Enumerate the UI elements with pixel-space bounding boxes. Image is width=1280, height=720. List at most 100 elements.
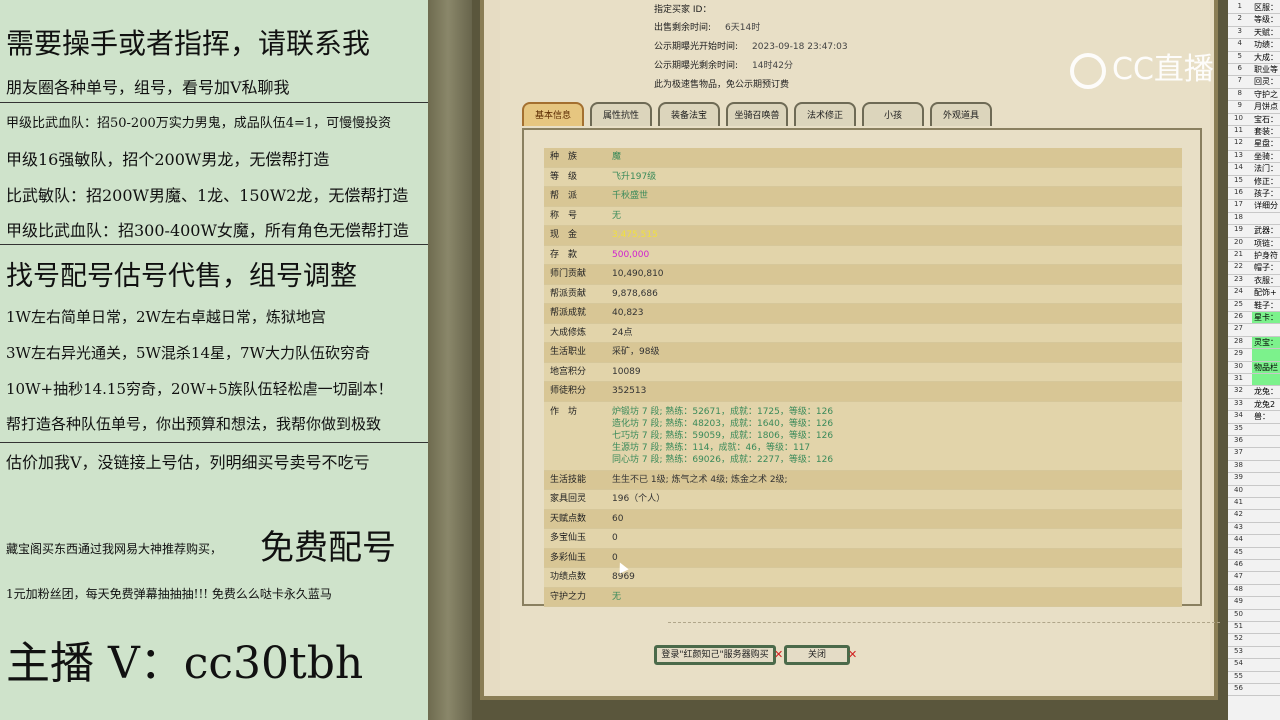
row-number: 23	[1234, 274, 1243, 283]
cell-label[interactable]: 龙兔：	[1254, 386, 1278, 397]
row-number: 6	[1237, 64, 1242, 72]
cell-label[interactable]: 法门：	[1254, 163, 1278, 174]
cell-label[interactable]: 坐骑：	[1254, 151, 1278, 162]
streamer-contact: 主播 V：cc30tbh	[6, 638, 364, 689]
row-key: 家具回灵	[550, 494, 587, 504]
publicity-remaining-label: 公示期曝光剩余时间:	[654, 61, 739, 71]
promo-line: 找号配号估号代售，组号调整	[6, 261, 357, 292]
row-number: 14	[1234, 163, 1243, 172]
row-key: 作 坊	[550, 406, 578, 417]
cell-label[interactable]: 鞋子：	[1254, 300, 1278, 311]
workshop-line: 造化坊 7 段; 熟练：48203，成就：1640，等级：126	[612, 418, 834, 429]
tab-appearance[interactable]: 外观道具	[930, 102, 992, 126]
row-number: 33	[1234, 398, 1243, 407]
cell-label[interactable]: 灵宝：	[1254, 337, 1278, 348]
workshop-line: 同心坊 7 段; 熟练：69026，成就：2277，等级：126	[612, 454, 834, 465]
row-key: 天赋点数	[550, 513, 587, 524]
cell-label[interactable]: 衣服：	[1254, 275, 1278, 286]
cell-label[interactable]: 护身符	[1254, 250, 1278, 261]
close-button[interactable]: 关闭	[784, 645, 850, 665]
promo-line: 藏宝阁买东西通过我网易大神推荐购买，	[6, 542, 223, 556]
row-number: 37	[1234, 448, 1243, 457]
table-row: 家具回灵 196（个人）	[544, 490, 1182, 510]
grid-line	[1228, 695, 1280, 697]
tab-equipment[interactable]: 装备法宝	[658, 102, 720, 126]
row-number: 54	[1234, 659, 1243, 668]
row-number: 11	[1234, 126, 1243, 134]
row-key: 大成修炼	[550, 327, 587, 338]
cell-label[interactable]: 天赋：	[1254, 27, 1278, 38]
table-row: 帮 派 千秋盛世	[544, 187, 1182, 207]
row-number: 45	[1234, 547, 1243, 556]
table-row: 帮派贡献 9,878,686	[544, 284, 1182, 304]
row-number: 40	[1234, 485, 1243, 494]
promo-line: 需要操手或者指挥，请联系我	[6, 27, 371, 60]
cell-label[interactable]: 兽：	[1254, 411, 1270, 422]
close-icon: ✕	[774, 648, 784, 661]
cell-label[interactable]: 宝石：	[1254, 114, 1278, 125]
cell-label[interactable]: 区服：	[1254, 2, 1278, 13]
table-row: 生活职业 采矿，98级	[544, 343, 1182, 363]
login-server-buy-button[interactable]: 登录"红颜知己"服务器购买	[654, 645, 776, 665]
row-key: 功绩点数	[550, 572, 587, 582]
row-number: 22	[1234, 262, 1243, 271]
cell-label[interactable]: 守护之	[1254, 89, 1278, 100]
cell-label[interactable]: 星卡：	[1254, 312, 1278, 323]
cell-label[interactable]: 帽子：	[1254, 262, 1278, 273]
tab-basic-info[interactable]: 基本信息	[522, 102, 584, 126]
cell-label[interactable]: 月饼点	[1254, 101, 1278, 112]
cell-label[interactable]: 星盘：	[1254, 138, 1278, 149]
table-row: 生活技能 生生不已 1级; 炼气之术 4级; 炼金之术 2级;	[544, 470, 1182, 490]
row-number: 55	[1234, 671, 1243, 680]
cell-label[interactable]: 龙兔2	[1254, 399, 1275, 410]
sale-remaining-value: 6天14时	[725, 23, 761, 33]
cell-label[interactable]: 详细分	[1254, 200, 1278, 211]
row-value: 40,823	[612, 308, 644, 318]
row-number: 9	[1237, 101, 1242, 110]
tab-spells[interactable]: 法术修正	[794, 102, 856, 126]
row-key: 帮 派	[550, 191, 578, 201]
row-value: 炉锻坊 7 段; 熟练：52671，成就：1725，等级：126 造化坊 7 段…	[606, 406, 1182, 466]
tab-attributes[interactable]: 属性抗性	[590, 102, 652, 126]
row-value: 无	[612, 591, 622, 602]
row-key: 生活职业	[550, 347, 587, 357]
tab-mounts-pets[interactable]: 坐骑召唤兽	[726, 102, 788, 126]
buyer-id-label: 指定买家 ID：	[654, 5, 712, 15]
row-key: 存 款	[550, 249, 578, 260]
promo-line: 比武敏队：招200W男魔、1龙、150W2龙，无偿帮打造	[6, 186, 409, 205]
row-number: 12	[1234, 138, 1243, 147]
row-key: 帮派贡献	[550, 288, 587, 299]
row-value: 采矿，98级	[612, 347, 660, 357]
cell-label[interactable]: 配饰+	[1254, 287, 1277, 298]
cell-label[interactable]: 武器：	[1254, 225, 1278, 236]
row-value: 千秋盛世	[612, 191, 649, 201]
tab-children[interactable]: 小孩	[862, 102, 924, 126]
game-window: 指定买家 ID： 出售剩余时间: 6天14时 公示期曝光开始时间: 2023-09-…	[472, 0, 1228, 720]
cell-label[interactable]: 大成：	[1254, 52, 1278, 63]
cell-label[interactable]: 套装：	[1254, 126, 1278, 137]
table-row: 功绩点数 8969	[544, 568, 1182, 588]
cell-label[interactable]: 功绩：	[1254, 39, 1278, 50]
workshop-line: 炉锻坊 7 段; 熟练：52671，成就：1725，等级：126	[612, 406, 834, 417]
cell-label[interactable]: 回灵：	[1254, 76, 1278, 87]
table-row: 天赋点数 60	[544, 509, 1182, 529]
publicity-remaining-value: 14时42分	[752, 61, 793, 71]
table-row: 守护之力 无	[544, 587, 1182, 607]
cell-label[interactable]: 孩子：	[1254, 188, 1278, 199]
cell-label[interactable]: 物品栏	[1254, 362, 1278, 373]
row-value: 24点	[612, 327, 633, 338]
row-key: 称 号	[550, 210, 578, 221]
promo-line: 1元加粉丝团，每天免费弹幕抽抽抽!!! 免费么么哒卡永久蓝马	[6, 587, 332, 601]
row-number: 35	[1234, 423, 1243, 432]
cell-label[interactable]: 职业等	[1254, 64, 1278, 75]
dialog-body: 指定买家 ID： 出售剩余时间: 6天14时 公示期曝光开始时间: 2023-09-…	[500, 0, 1220, 690]
cell-label[interactable]: 等级：	[1254, 14, 1278, 25]
divider	[0, 244, 428, 245]
cell-label[interactable]: 修正：	[1254, 176, 1278, 187]
row-value: 0	[612, 533, 618, 543]
cell-label[interactable]: 项链：	[1254, 238, 1278, 249]
row-number: 44	[1234, 535, 1243, 544]
row-key: 地宫积分	[550, 366, 587, 377]
row-value: 8969	[612, 572, 635, 582]
info-table: 种 族魔 等 级飞升197级 帮 派千秋盛世 称 号无 现 金 3,475,515…	[544, 148, 1182, 607]
